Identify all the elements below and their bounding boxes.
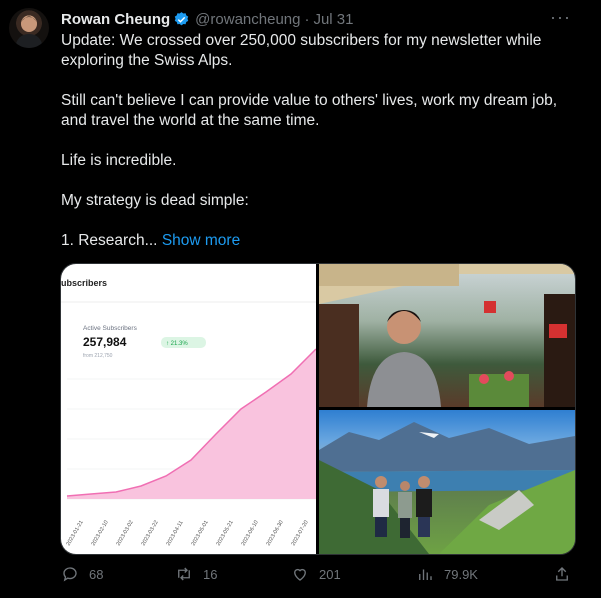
separator-dot: · bbox=[304, 10, 310, 28]
views-button[interactable]: 79.9K bbox=[416, 565, 478, 583]
analytics-icon bbox=[419, 569, 432, 580]
view-count: 79.9K bbox=[444, 566, 478, 582]
tweet-paragraph: My strategy is dead simple: bbox=[61, 192, 249, 209]
chart-date-label: 2023-01-21 bbox=[66, 520, 85, 547]
tweet-text: Update: We crossed over 250,000 subscrib… bbox=[61, 31, 569, 271]
growth-badge: ↑ 21.3% bbox=[166, 341, 188, 347]
author-name[interactable]: Rowan Cheung bbox=[61, 11, 170, 28]
heart-icon bbox=[294, 568, 306, 581]
reply-icon bbox=[63, 567, 77, 582]
chart-header: ubscribers bbox=[61, 278, 107, 288]
like-button[interactable]: 201 bbox=[291, 565, 341, 583]
tweet-header: Rowan Cheung @rowancheung · Jul 31 bbox=[61, 9, 354, 29]
chart-from-label: from 212,750 bbox=[83, 353, 113, 359]
chart-date-label: 2023-02-10 bbox=[91, 520, 110, 547]
chart-date-label: 2023-03-02 bbox=[116, 520, 135, 547]
chart-date-label: 2023-07-20 bbox=[291, 520, 310, 547]
more-options-icon[interactable]: ··· bbox=[550, 7, 571, 28]
repost-icon bbox=[178, 567, 190, 581]
chart-date-label: 2023-03-22 bbox=[141, 520, 160, 547]
chart-date-label: 2023-06-30 bbox=[266, 520, 285, 547]
tweet-time[interactable]: Jul 31 bbox=[313, 11, 353, 28]
tweet-paragraph: Life is incredible. bbox=[61, 152, 177, 169]
like-count: 201 bbox=[319, 566, 341, 582]
chart-date-label: 2023-06-10 bbox=[241, 520, 260, 547]
media-photo-group[interactable] bbox=[319, 410, 575, 554]
author-handle[interactable]: @rowancheung bbox=[195, 11, 300, 28]
reply-button[interactable]: 68 bbox=[61, 565, 103, 583]
chart-date-label: 2023-04-11 bbox=[166, 520, 185, 547]
tweet-truncated-text: 1. Research... bbox=[61, 232, 158, 249]
share-icon bbox=[556, 567, 568, 581]
show-more-link[interactable]: Show more bbox=[162, 232, 240, 249]
tweet-paragraph: Update: We crossed over 250,000 subscrib… bbox=[61, 32, 542, 69]
chart-date-label: 2023-05-01 bbox=[191, 520, 210, 547]
verified-badge-icon[interactable] bbox=[173, 11, 190, 28]
media-chart-image[interactable]: ubscribers Active Subscribers 257,984 ↑ … bbox=[61, 264, 317, 554]
repost-button[interactable]: 16 bbox=[175, 565, 217, 583]
tweet[interactable]: Rowan Cheung @rowancheung · Jul 31 ··· U… bbox=[0, 0, 601, 598]
chart-label: Active Subscribers bbox=[83, 325, 138, 332]
tweet-paragraph: Still can't believe I can provide value … bbox=[61, 92, 558, 129]
tweet-paragraph: 1. Research... Show more bbox=[61, 231, 569, 251]
tweet-actions: 68 16 201 79.9K bbox=[61, 565, 571, 587]
reply-count: 68 bbox=[89, 566, 104, 582]
share-button[interactable] bbox=[553, 565, 581, 583]
media-grid: ubscribers Active Subscribers 257,984 ↑ … bbox=[60, 263, 576, 555]
chart-date-label: 2023-05-21 bbox=[216, 520, 235, 547]
avatar[interactable] bbox=[9, 8, 49, 48]
media-photo-portrait[interactable] bbox=[319, 264, 575, 407]
repost-count: 16 bbox=[203, 566, 218, 582]
subscriber-count: 257,984 bbox=[83, 335, 127, 349]
